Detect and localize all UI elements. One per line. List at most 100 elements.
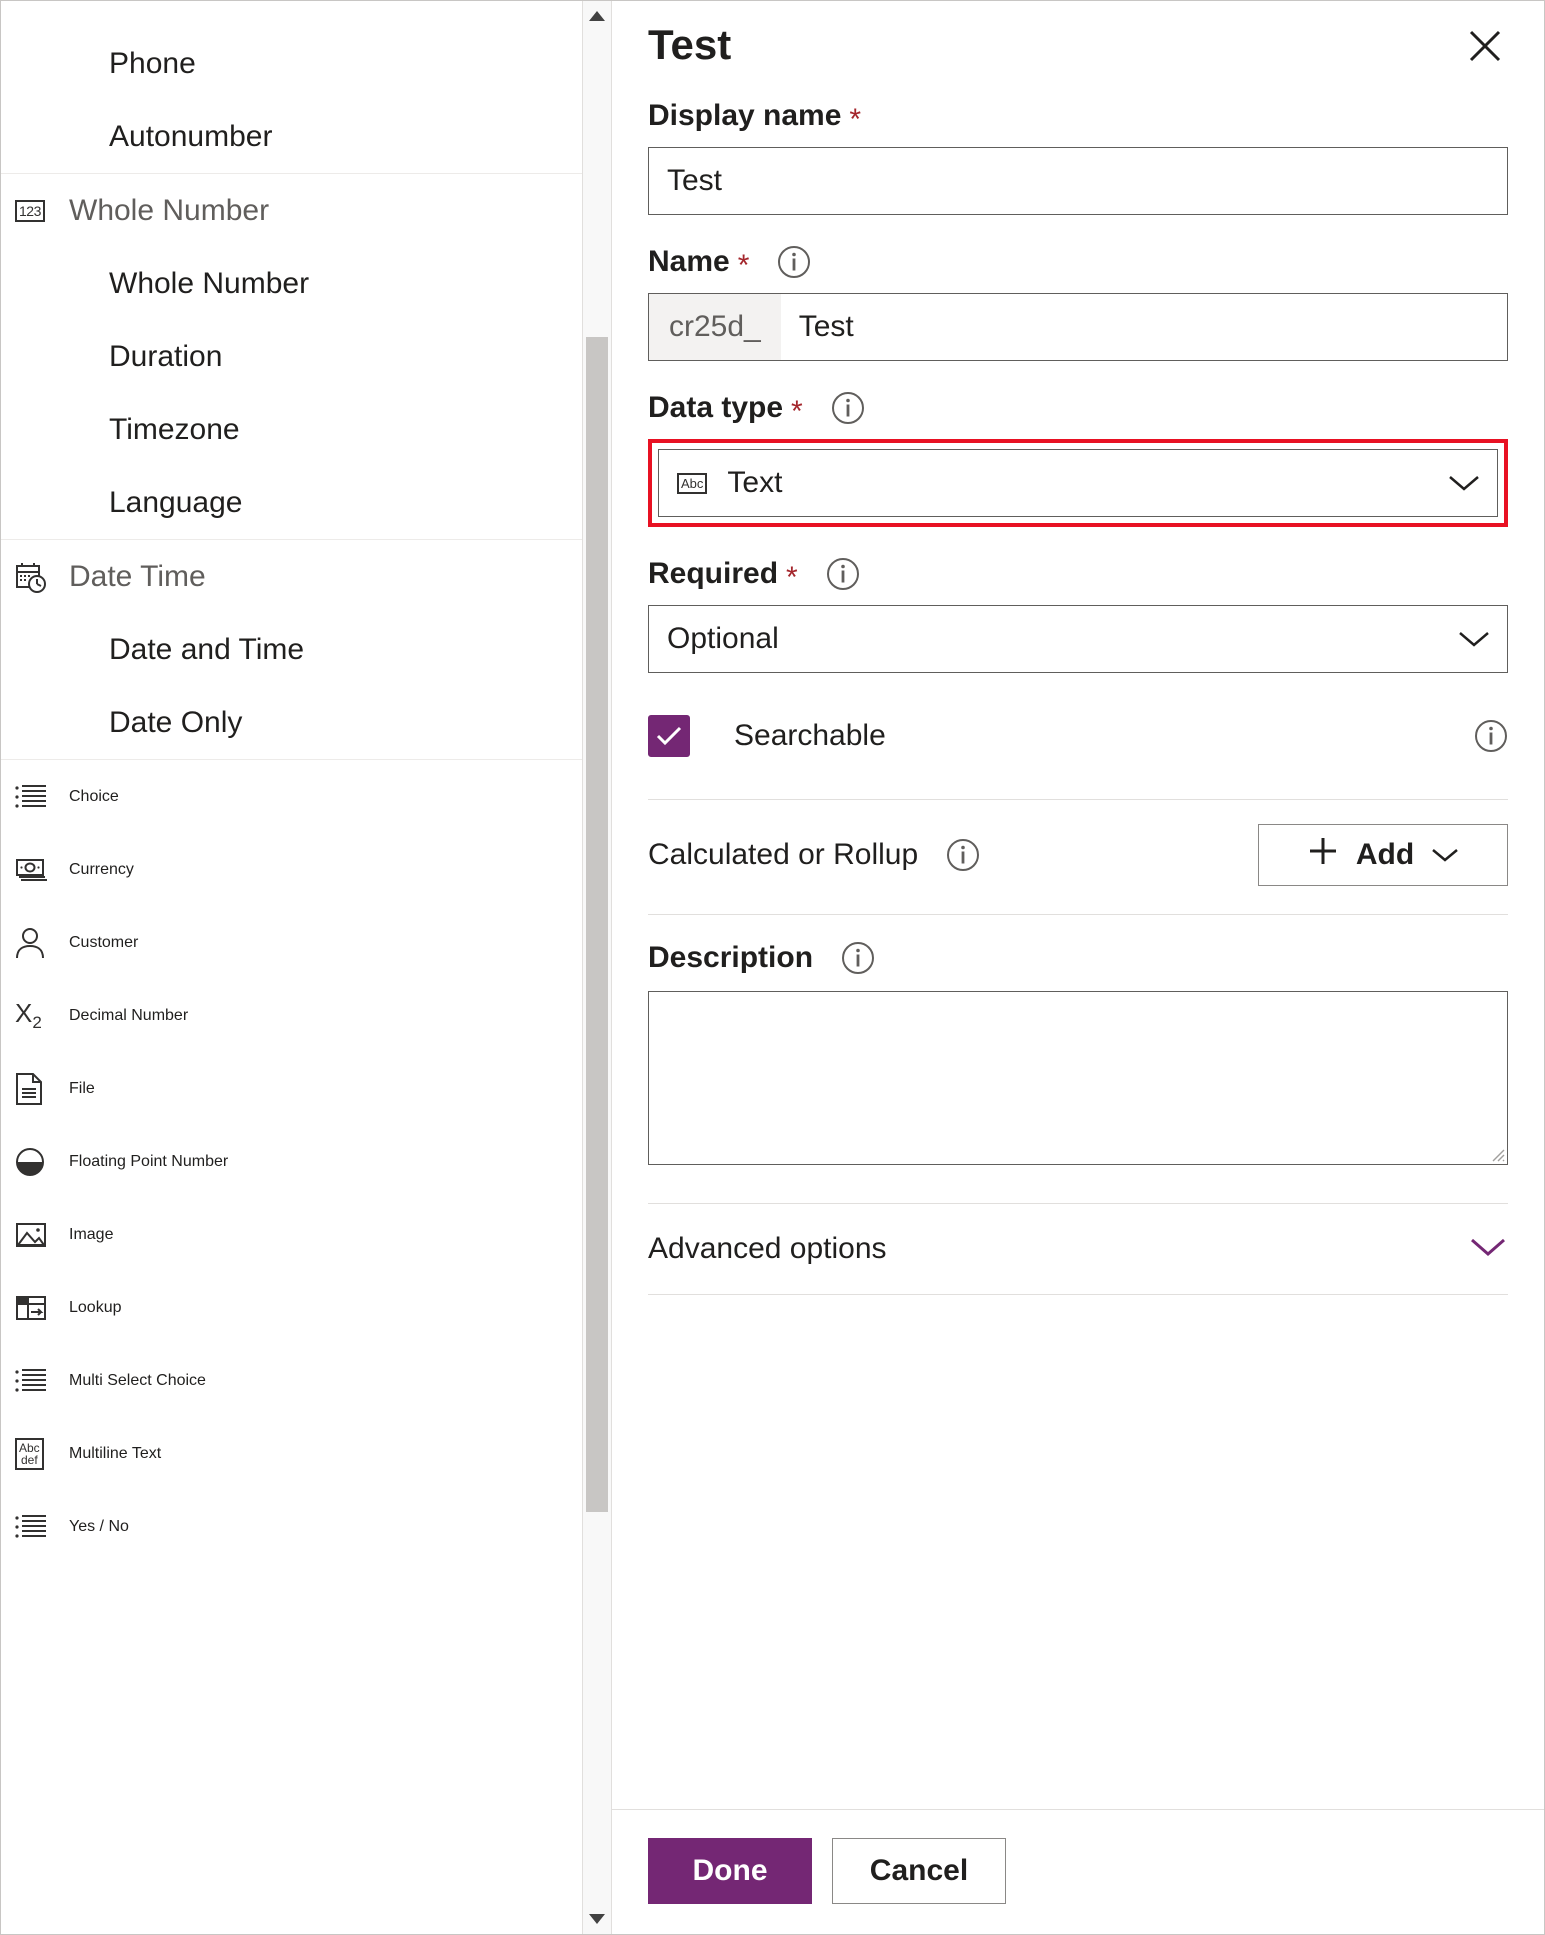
info-icon[interactable] [946, 838, 980, 872]
data-type-list-item[interactable]: Whole Number [1, 247, 582, 320]
required-field-group: Required * Optional [648, 557, 1508, 674]
description-label-row: Description [648, 941, 1508, 975]
data-type-item-label: Date Only [109, 705, 243, 739]
scrollbar-thumb[interactable] [586, 337, 608, 1512]
person-icon [16, 927, 44, 958]
required-asterisk: * [849, 103, 862, 137]
searchable-row: Searchable [648, 715, 1508, 758]
name-label-row: Name * [648, 245, 1508, 283]
banknote-icon [16, 858, 47, 881]
chevron-down-icon [1447, 473, 1481, 493]
chevron-down-icon [589, 1914, 605, 1924]
resize-grip-icon[interactable] [1489, 1146, 1505, 1162]
info-icon-glyph [831, 392, 864, 425]
required-asterisk: * [791, 395, 803, 429]
data-type-group-header[interactable]: 123 Whole Number [1, 174, 582, 247]
abc-def-box-icon: Abc def [15, 1437, 44, 1470]
document-icon [15, 1072, 55, 1106]
data-type-list-item[interactable]: Floating Point Number [1, 1125, 582, 1198]
info-icon[interactable] [1474, 719, 1508, 753]
half-filled-circle-icon [15, 1147, 55, 1177]
data-type-list-item[interactable]: Timezone [1, 393, 582, 466]
display-name-input[interactable]: Test [648, 147, 1508, 216]
info-icon-glyph [842, 942, 875, 975]
data-type-group-label: Whole Number [69, 193, 270, 227]
data-type-group: 123 Whole Number Whole Number Duration Timez… [1, 174, 582, 540]
data-type-item-label: Image [69, 1225, 114, 1243]
required-label-row: Required * [648, 557, 1508, 593]
scrollbar-track[interactable] [582, 31, 612, 1904]
data-type-item-label: Yes / No [69, 1517, 129, 1535]
data-type-dropdown[interactable]: Abc Text [658, 449, 1498, 518]
close-icon [1469, 30, 1501, 62]
list-icon [15, 784, 46, 808]
list-icon [15, 1368, 46, 1392]
required-selected-value: Optional [667, 622, 779, 656]
list-icon [15, 1514, 46, 1538]
list-icon [15, 1514, 55, 1540]
data-type-list-item[interactable]: Currency [1, 833, 582, 906]
data-type-list-item[interactable]: Ticker Symbol [1, 1, 582, 27]
data-type-list-item[interactable]: Yes / No [1, 1490, 582, 1563]
close-button[interactable] [1462, 23, 1508, 69]
info-icon[interactable] [777, 245, 811, 279]
lookup-table-arrow-icon [15, 1294, 55, 1322]
data-type-item-label: Language [109, 485, 243, 519]
required-label: Required [648, 557, 779, 591]
data-type-group-header[interactable]: Date Time [1, 540, 582, 613]
display-name-value: Test [667, 164, 723, 198]
data-type-list-item[interactable]: Date Only [1, 686, 582, 759]
required-asterisk: * [737, 249, 750, 283]
cancel-button[interactable]: Cancel [832, 1838, 1006, 1904]
data-type-list-item[interactable]: Image [1, 1198, 582, 1271]
data-type-item-label: Whole Number [109, 266, 310, 300]
list-icon [15, 784, 55, 810]
data-type-list-item[interactable]: Multi Select Choice [1, 1344, 582, 1417]
data-type-list-item[interactable]: Customer [1, 906, 582, 979]
info-icon-glyph [947, 839, 980, 872]
scroll-down-button[interactable] [582, 1904, 612, 1934]
searchable-checkbox[interactable] [648, 715, 690, 758]
whole-number-123-icon: 123 [15, 199, 55, 222]
add-calculated-rollup-button[interactable]: Add [1258, 824, 1508, 887]
data-type-list-item[interactable]: Choice [1, 760, 582, 833]
data-type-list-item[interactable]: File [1, 1052, 582, 1125]
advanced-options-toggle[interactable]: Advanced options [648, 1203, 1508, 1296]
data-type-list-item[interactable]: Duration [1, 320, 582, 393]
data-type-list-item[interactable]: Phone [1, 27, 582, 100]
document-icon [16, 1072, 42, 1105]
data-type-group-label: Date Time [69, 559, 206, 593]
data-type-list-item[interactable]: Language [1, 466, 582, 539]
data-type-list-item[interactable]: Lookup [1, 1271, 582, 1344]
data-type-label-row: Data type * [648, 391, 1508, 429]
info-icon[interactable] [841, 941, 875, 975]
display-name-label: Display name [648, 99, 842, 133]
data-type-item-label: Decimal Number [69, 1006, 189, 1024]
divider [648, 914, 1508, 916]
data-type-selected-value: Text [727, 466, 783, 500]
chevron-down-icon [1457, 629, 1491, 649]
info-icon-glyph [1475, 720, 1507, 753]
data-type-field-group: Data type * Abc Text [648, 391, 1508, 528]
info-icon[interactable] [831, 391, 865, 425]
name-prefix: cr25d_ [649, 294, 781, 361]
data-type-group: Date Time Date and Time Date Only [1, 540, 582, 760]
add-button-label: Add [1355, 838, 1415, 872]
data-type-list-item[interactable]: Date and Time [1, 613, 582, 686]
list-scrollbar[interactable] [582, 1, 612, 1934]
description-textarea[interactable] [648, 991, 1508, 1166]
logical-name-input[interactable]: cr25d_ Test [648, 293, 1508, 362]
data-type-list-item[interactable]: Autonumber [1, 100, 582, 173]
done-button[interactable]: Done [648, 1838, 812, 1904]
data-type-list-item[interactable]: Abc def Multiline Text [1, 1417, 582, 1490]
info-icon[interactable] [826, 557, 860, 591]
data-type-list-item[interactable]: X2 Decimal Number [1, 979, 582, 1052]
calendar-clock-icon [15, 561, 55, 593]
scroll-up-button[interactable] [582, 1, 612, 31]
info-icon-glyph [778, 246, 811, 279]
banknote-icon [15, 857, 55, 883]
calculated-or-rollup-label-row: Calculated or Rollup [648, 838, 980, 872]
name-value: Test [798, 310, 854, 344]
chevron-down-icon [1468, 1236, 1508, 1263]
required-dropdown[interactable]: Optional [648, 605, 1508, 674]
